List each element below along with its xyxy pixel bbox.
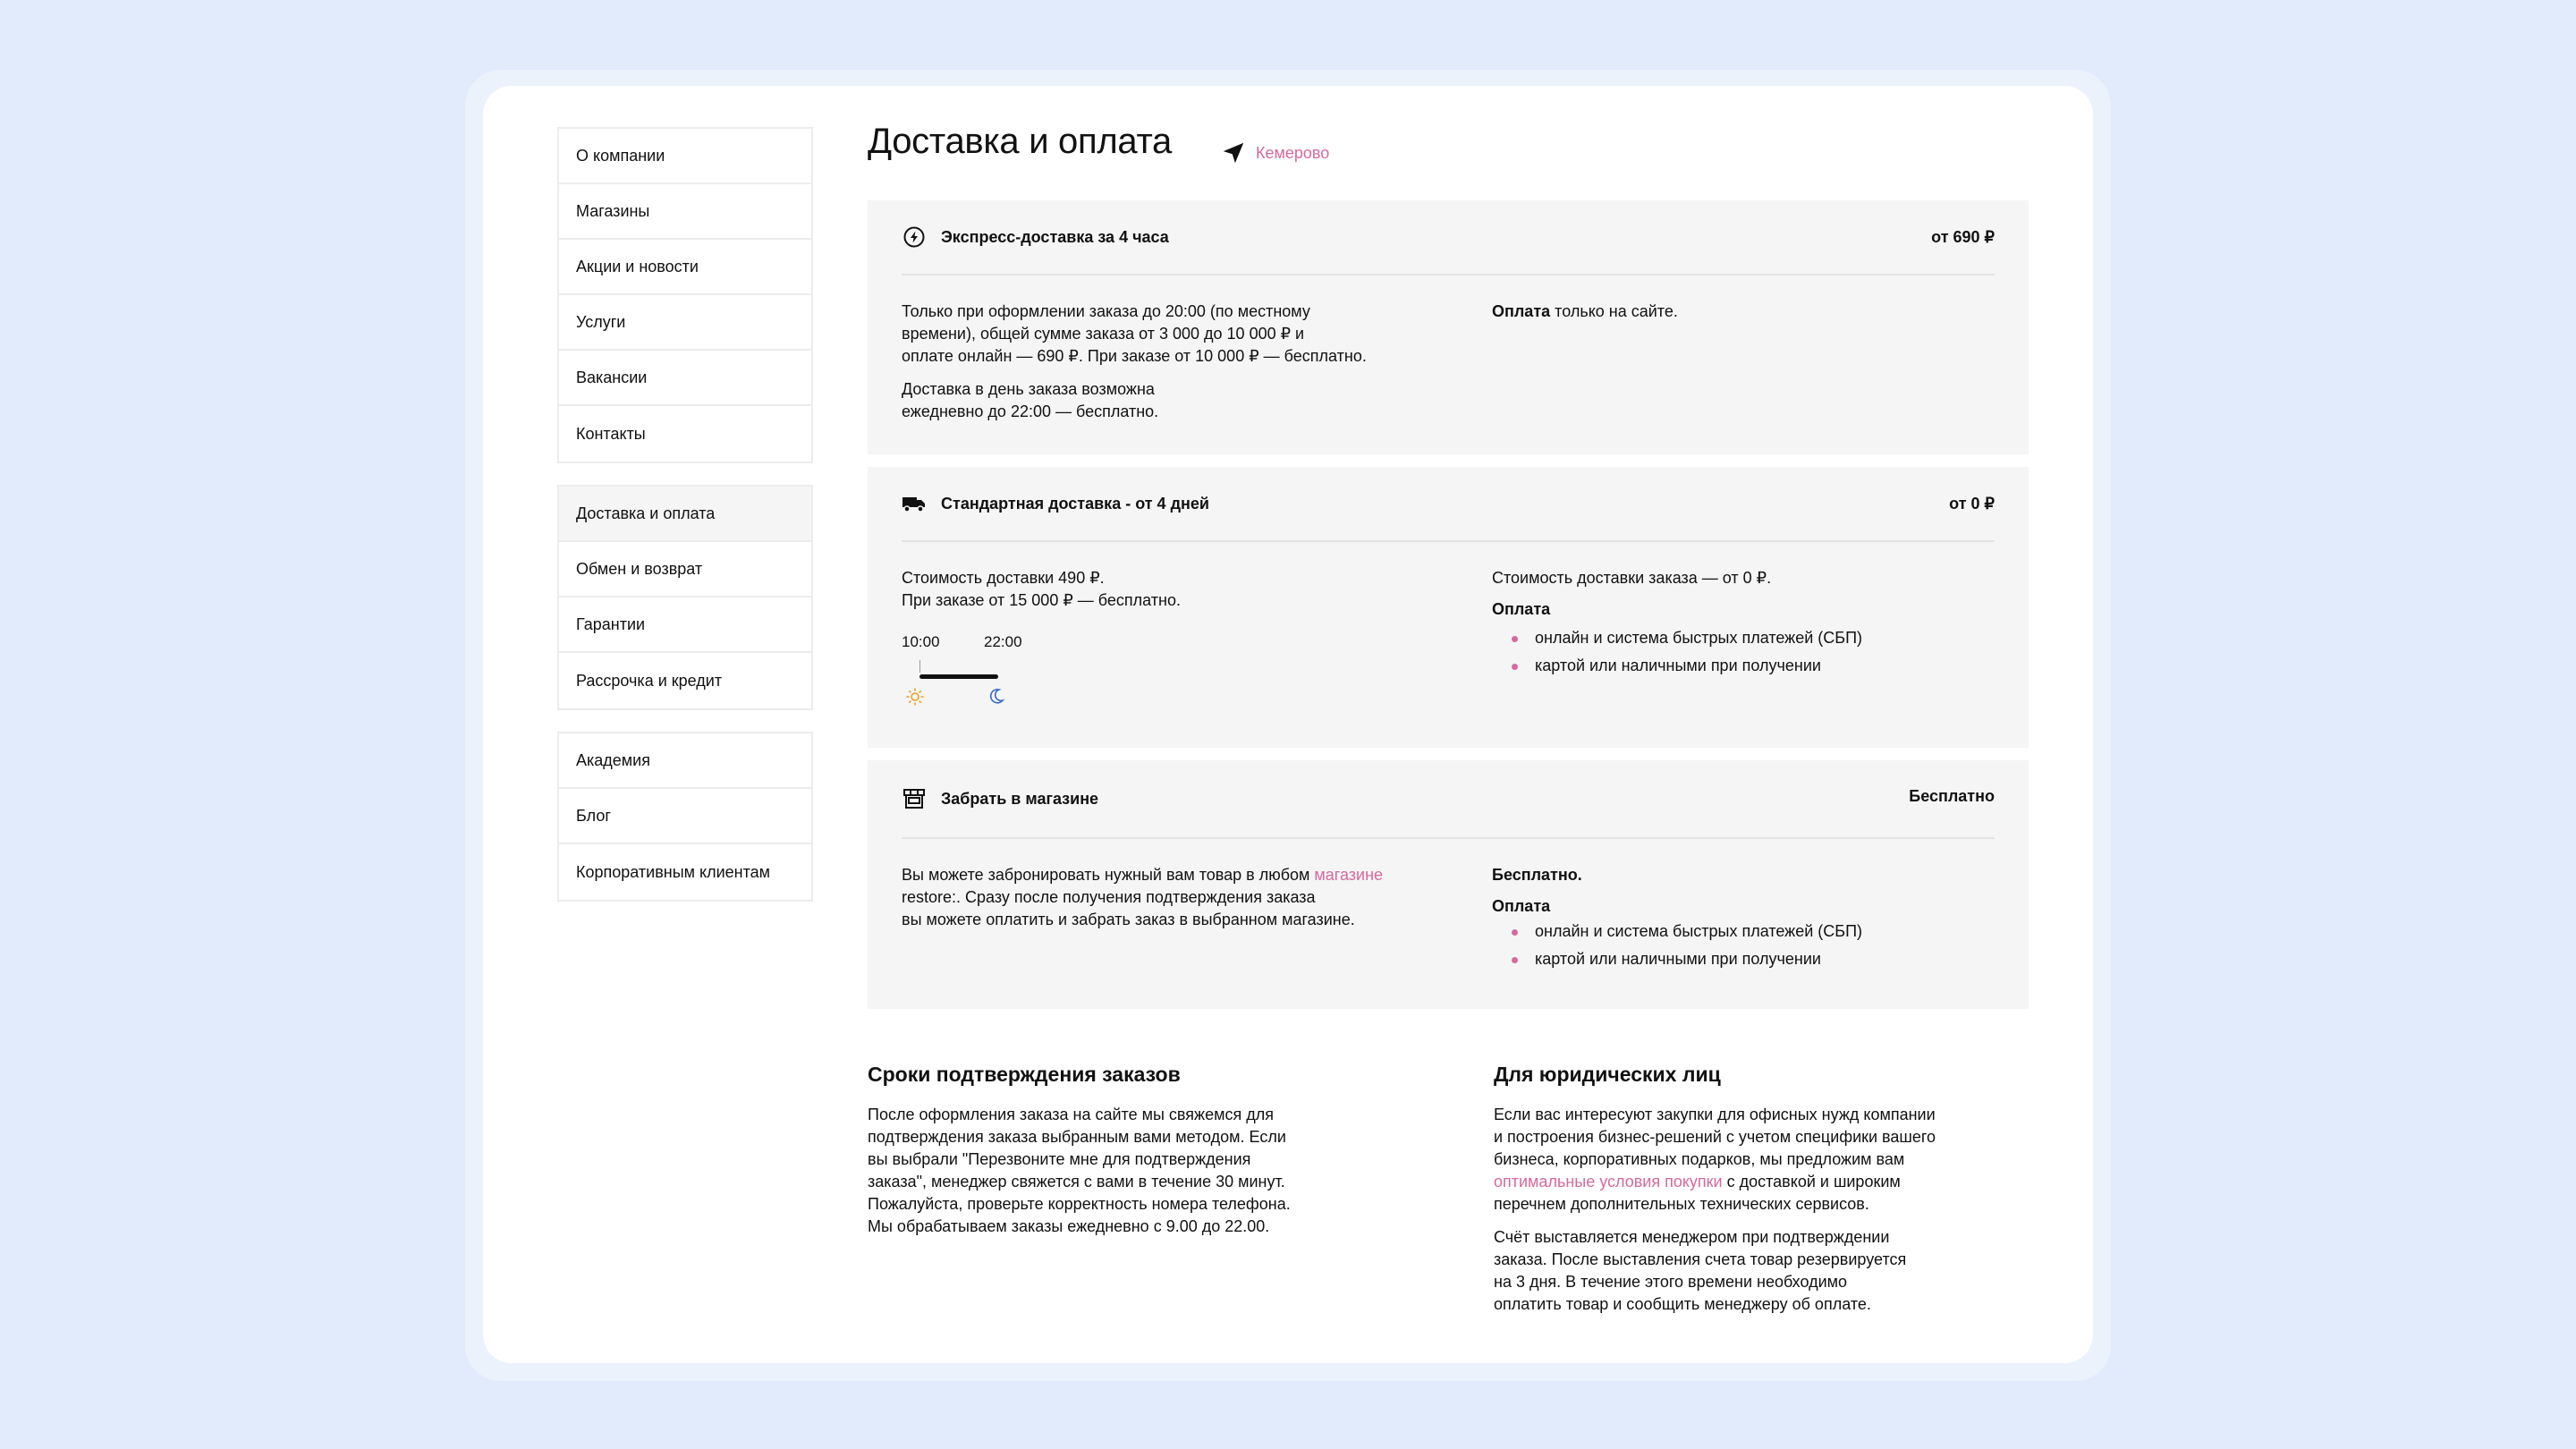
list-item: картой или наличными при получении	[1492, 945, 1993, 973]
sidebar-item-vacancies[interactable]: Вакансии	[559, 351, 811, 406]
text-line: оплатить товар и сообщить менеджеру об о…	[1494, 1295, 1871, 1313]
card-price: Бесплатно	[1909, 786, 1995, 805]
sidebar-item-delivery[interactable]: Доставка и оплата	[559, 487, 811, 542]
moon-icon	[987, 687, 1005, 709]
sidebar-item-warranty[interactable]: Гарантии	[559, 597, 811, 653]
pickup-payment: Бесплатно. Оплата онлайн и система быстр…	[1492, 864, 1993, 973]
payment-label: Оплата	[1492, 302, 1551, 320]
payment-methods-list: онлайн и система быстрых платежей (СБП) …	[1492, 624, 1993, 680]
text-line: заказа. После выставления счета товар ре…	[1494, 1250, 1907, 1268]
text-line: ежедневно до 22:00 — бесплатно.	[902, 402, 1159, 420]
card-title: Стандартная доставка - от 4 дней	[941, 494, 1209, 513]
store-icon	[902, 786, 927, 811]
text-line: Стоимость доставки 490 ₽.	[902, 569, 1105, 587]
card-title: Забрать в магазине	[941, 789, 1099, 808]
standard-payment: Стоимость доставки заказа — от 0 ₽. Опла…	[1492, 567, 1993, 680]
text-line: с доставкой и широким	[1722, 1173, 1901, 1191]
text-line: Доставка в день заказа возможна	[902, 380, 1155, 398]
text-line: Мы обрабатываем заказы ежедневно с 9.00 …	[868, 1217, 1270, 1235]
text-line: на 3 дня. В течение этого времени необхо…	[1494, 1273, 1848, 1291]
text-line: заказа", менеджер свяжется с вами в тече…	[868, 1173, 1285, 1191]
sidebar-item-exchange[interactable]: Обмен и возврат	[559, 542, 811, 597]
time-to: 22:00	[984, 633, 1022, 650]
express-delivery-card: Экспресс-доставка за 4 часа от 690 ₽ Тол…	[868, 200, 2029, 454]
text-line: После оформления заказа на сайте мы свяж…	[868, 1106, 1274, 1123]
time-range-bar	[919, 674, 998, 679]
text-line: времени), общей сумме заказа от 3 000 до…	[902, 325, 1305, 343]
city-selector[interactable]: Кемерово	[1220, 140, 1329, 166]
sidebar-group-buying: Доставка и оплата Обмен и возврат Гарант…	[557, 485, 813, 710]
text-line: restore:. Сразу после получения подтверж…	[902, 888, 1316, 906]
text-line: и построения бизнес-решений с учетом спе…	[1494, 1128, 1936, 1146]
section-title: Для юридических лиц	[1494, 1063, 1721, 1086]
payment-label: Оплата	[1492, 897, 1551, 915]
sidebar-item-news[interactable]: Акции и новости	[559, 240, 811, 295]
sidebar-item-services[interactable]: Услуги	[559, 295, 811, 351]
text-line: Вы можете забронировать нужный вам товар…	[902, 866, 1315, 884]
truck-icon	[902, 491, 927, 516]
lightning-icon	[902, 225, 927, 250]
sidebar-item-about[interactable]: О компании	[559, 129, 811, 184]
text-line: При заказе от 15 000 ₽ — бесплатно.	[902, 591, 1181, 609]
sidebar-item-blog[interactable]: Блог	[559, 789, 811, 844]
list-item: онлайн и система быстрых платежей (СБП)	[1492, 918, 1993, 945]
optimal-terms-link[interactable]: оптимальные условия покупки	[1494, 1173, 1723, 1191]
sidebar-item-stores[interactable]: Магазины	[559, 184, 811, 240]
text-line: бизнеса, корпоративных подарков, мы пред…	[1494, 1150, 1905, 1168]
payment-methods-list: онлайн и система быстрых платежей (СБП) …	[1492, 918, 1993, 973]
text-line: Если вас интересуют закупки для офисных …	[1494, 1106, 1936, 1123]
sidebar-item-corporate[interactable]: Корпоративным клиентам	[559, 844, 811, 900]
confirmation-section: Сроки подтверждения заказов После оформл…	[868, 1061, 1422, 1238]
delivery-time-range: 10:00 22:00	[902, 633, 1045, 714]
standard-delivery-card: Стандартная доставка - от 4 дней от 0 ₽ …	[868, 467, 2029, 748]
card-price: от 690 ₽	[1931, 227, 1995, 246]
card-price: от 0 ₽	[1949, 494, 1995, 513]
card-header: Экспресс-доставка за 4 часа от 690 ₽	[902, 200, 1995, 275]
card-header: Забрать в магазине Бесплатно	[902, 760, 1995, 839]
sidebar-item-academy[interactable]: Академия	[559, 733, 811, 789]
pickup-card: Забрать в магазине Бесплатно Вы можете з…	[868, 760, 2029, 1009]
location-arrow-icon	[1223, 142, 1244, 164]
sidebar-item-contacts[interactable]: Контакты	[559, 406, 811, 462]
city-name[interactable]: Кемерово	[1256, 144, 1329, 163]
payment-label: Оплата	[1492, 600, 1551, 618]
payment-text: только на сайте.	[1550, 302, 1678, 320]
time-from: 10:00	[902, 633, 940, 650]
standard-conditions: Стоимость доставки 490 ₽. При заказе от …	[902, 567, 1402, 612]
text-line: Стоимость доставки заказа — от 0 ₽.	[1492, 569, 1772, 587]
time-tick	[919, 660, 920, 673]
card-header: Стандартная доставка - от 4 дней от 0 ₽	[902, 467, 1995, 542]
sidebar-item-credit[interactable]: Рассрочка и кредит	[559, 653, 811, 708]
express-payment: Оплата только на сайте.	[1492, 301, 1993, 323]
text-line: вы выбрали "Перезвоните мне для подтверж…	[868, 1150, 1251, 1168]
list-item: картой или наличными при получении	[1492, 652, 1993, 680]
text-line: вы можете оплатить и забрать заказ в выб…	[902, 911, 1355, 928]
sidebar-group-other: Академия Блог Корпоративным клиентам	[557, 732, 813, 902]
text-line: Только при оформлении заказа до 20:00 (п…	[902, 302, 1310, 320]
text-line: подтверждения заказа выбранным вами мето…	[868, 1128, 1286, 1146]
text-line: перечнем дополнительных технических серв…	[1494, 1195, 1869, 1213]
card-title: Экспресс-доставка за 4 часа	[941, 227, 1169, 246]
text-line: Счёт выставляется менеджером при подтвер…	[1494, 1228, 1890, 1246]
text-line: Пожалуйста, проверьте корректность номер…	[868, 1195, 1291, 1213]
pickup-conditions: Вы можете забронировать нужный вам товар…	[902, 864, 1402, 931]
list-item: онлайн и система быстрых платежей (СБП)	[1492, 624, 1993, 652]
stores-link[interactable]: магазине	[1314, 866, 1383, 884]
express-conditions: Только при оформлении заказа до 20:00 (п…	[902, 301, 1402, 434]
sun-icon	[905, 687, 925, 711]
sidebar-group-company: О компании Магазины Акции и новости Услу…	[557, 127, 813, 463]
section-title: Сроки подтверждения заказов	[868, 1063, 1181, 1086]
text-line: оплате онлайн — 690 ₽. При заказе от 10 …	[902, 347, 1367, 365]
legal-entities-section: Для юридических лиц Если вас интересуют …	[1494, 1061, 2030, 1326]
free-label: Бесплатно.	[1492, 866, 1582, 884]
page-title: Доставка и оплата	[868, 122, 1172, 161]
